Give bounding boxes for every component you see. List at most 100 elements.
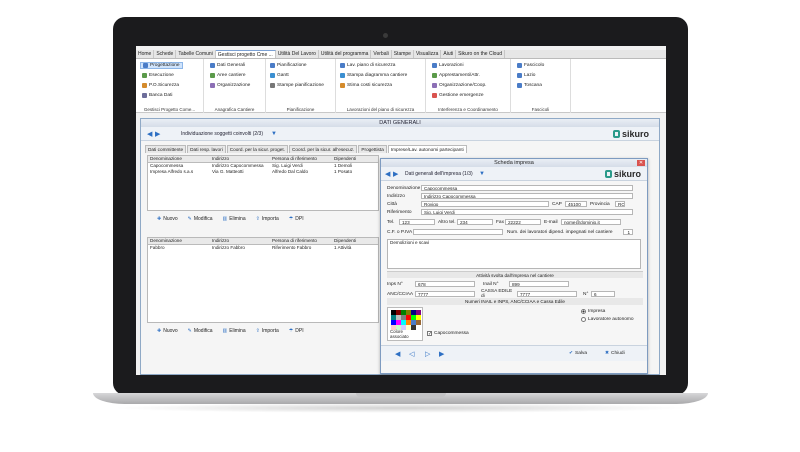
table-row[interactable]: Impresa Alfredo s.a.s Via G. Matteotti A… <box>148 169 378 175</box>
importa-button[interactable]: ⇪ Importa <box>256 328 279 334</box>
first-icon[interactable]: ◀ <box>395 350 400 358</box>
ribbon-dati-generali[interactable]: Dati Generali <box>210 63 245 68</box>
tab-utilita-programma[interactable]: Utilità del programma <box>319 50 372 58</box>
ribbon-banca-dati[interactable]: Banca Dati <box>142 93 172 98</box>
modifica-button[interactable]: ✎ Modifica <box>188 216 213 222</box>
dpi-button[interactable]: ☂ DPI <box>289 328 304 334</box>
tab-verbali[interactable]: Verbali <box>371 50 392 58</box>
dpi-button[interactable]: ☂ DPI <box>289 216 304 222</box>
tab-stampe[interactable]: Stampe <box>392 50 414 58</box>
next-icon[interactable]: ▷ <box>425 350 430 358</box>
edit-icon: ✎ <box>187 216 192 222</box>
ribbon-group-progetto: Progettazione Esecuzione P.O.Sicurezza B… <box>136 59 204 113</box>
chevron-down-icon[interactable]: ▼ <box>479 171 485 177</box>
subtab-coord-esecuz[interactable]: Coord. per la sicur. all'esecuz. <box>289 145 358 153</box>
table-row[interactable]: Fabbro Indirizzo Fabbro Riferimento Fabb… <box>148 245 378 251</box>
nuovo-button[interactable]: ✚ Nuovo <box>157 328 178 334</box>
ribbon-stampa-diagramma[interactable]: Stampa diagramma cantiere <box>340 73 407 78</box>
ribbon-toscana[interactable]: Toscana <box>517 83 542 88</box>
prev-icon[interactable]: ◀ <box>147 130 152 138</box>
laptop-notch <box>356 393 446 397</box>
close-icon[interactable]: ✕ <box>637 160 645 166</box>
tab-home[interactable]: Home <box>136 50 155 58</box>
subtab-progettista[interactable]: Progettista <box>358 145 387 153</box>
subtab-committente[interactable]: Dati committente <box>145 145 187 153</box>
logo-mark-icon <box>612 130 620 138</box>
inail-input[interactable]: 899 <box>509 281 569 287</box>
color-picker[interactable]: Colore associato <box>387 307 423 341</box>
num-lavoratori-input[interactable]: 1 <box>623 229 633 235</box>
ribbon-fascicolo[interactable]: Fascicolo <box>517 63 544 68</box>
ribbon-progettazione[interactable]: Progettazione <box>140 62 183 69</box>
lavoratori-grid[interactable]: Denominazione Indirizzo Persona di rifer… <box>147 237 379 323</box>
importa-button[interactable]: ⇪ Importa <box>256 216 279 222</box>
nav-bar: ◀ ▶ Individuazione soggetti coinvolti (2… <box>141 127 659 141</box>
tab-utilita-lavoro[interactable]: Utilità Del Lavoro <box>276 50 319 58</box>
tab-aiuti[interactable]: Aiuti <box>441 50 457 58</box>
prev-icon[interactable]: ◁ <box>409 350 414 358</box>
denominazione-input[interactable]: Capocommessa <box>421 185 633 191</box>
email-input[interactable]: nome@dominio.it <box>561 219 621 225</box>
cf-input[interactable] <box>413 229 503 235</box>
ribbon-stampe-pianificazione[interactable]: Stampe pianificazione <box>270 83 324 88</box>
ribbon-gestione-emergenze[interactable]: Gestione emergenze <box>432 93 484 98</box>
ribbon-aree-cantiere[interactable]: Aree cantiere <box>210 73 246 78</box>
next-icon[interactable]: ▶ <box>155 130 160 138</box>
salva-button[interactable]: ✔ Salva <box>569 351 587 356</box>
ribbon-apprestamenti[interactable]: Apprestamenti/Attr. <box>432 73 480 78</box>
inps-input[interactable]: 678 <box>415 281 475 287</box>
elimina-button[interactable]: ▥ Elimina <box>222 328 245 334</box>
scheda-impresa-dialog: Scheda impresa ✕ ◀ ▶ Dati generali dell'… <box>380 158 648 374</box>
tab-tabelle-comuni[interactable]: Tabelle Comuni <box>176 50 216 58</box>
nuovo-button[interactable]: ✚ Nuovo <box>157 216 178 222</box>
ribbon-organizzazione[interactable]: Organizzazione <box>210 83 250 88</box>
altro-tel-input[interactable]: 234 <box>457 219 493 225</box>
subtab-imprese[interactable]: Imprese/Lav. autonomi partecipanti <box>387 145 467 153</box>
ribbon-stima-costi[interactable]: Stima costi sicurezza <box>340 83 392 88</box>
anc-input[interactable]: 7777 <box>415 291 475 297</box>
indirizzo-input[interactable]: Indirizzo Capocommessa <box>421 193 633 199</box>
capocommessa-checkbox[interactable]: ✓ Capocommessa <box>427 331 469 337</box>
chevron-down-icon[interactable]: ▼ <box>271 131 277 137</box>
last-icon[interactable]: ▶ <box>439 350 444 358</box>
riferimento-input[interactable]: Sig. Luigi Verdi <box>421 209 633 215</box>
fax-input[interactable]: 22222 <box>505 219 541 225</box>
ribbon-gantt[interactable]: Gantt <box>270 73 289 78</box>
cap-input[interactable]: 45100 <box>565 201 587 207</box>
tel-input[interactable]: 123 <box>399 219 435 225</box>
ribbon-group-label: Gestisci Progetto Come... <box>143 107 196 112</box>
descrizione-textarea[interactable]: Demolizioni e scavi <box>387 239 641 269</box>
ribbon-lav-piano[interactable]: Lav. piano di sicurezza <box>340 63 395 68</box>
provincia-input[interactable]: RO <box>615 201 625 207</box>
app-screen: Home Schede Tabelle Comuni Gestisci prog… <box>136 46 666 375</box>
subtab-coord-proget[interactable]: Coord. per la sicur. proget. <box>226 145 288 153</box>
tab-sikuro-cloud[interactable]: Sikuro on the Cloud <box>456 50 506 58</box>
ribbon-organizzazione-coop[interactable]: Organizzazione/Coop. <box>432 83 486 88</box>
modifica-button[interactable]: ✎ Modifica <box>188 328 213 334</box>
prev-icon[interactable]: ◀ <box>385 170 390 178</box>
ribbon-esecuzione[interactable]: Esecuzione <box>142 73 174 78</box>
elimina-button[interactable]: ▥ Elimina <box>222 216 245 222</box>
ribbon-group-label: Interferenza e Coordinamento <box>438 107 498 112</box>
radio-impresa[interactable]: Impresa <box>581 309 605 314</box>
next-icon[interactable]: ▶ <box>393 170 398 178</box>
tab-gestisci-progetto[interactable]: Gestisci progetto Cme ... <box>215 50 276 58</box>
chiudi-button[interactable]: ✖ Chiudi <box>605 351 625 356</box>
ribbon-po-sicurezza[interactable]: P.O.Sicurezza <box>142 83 179 88</box>
subtab-resp-lavori[interactable]: Dati resp. lavori <box>187 145 226 153</box>
diagram-icon <box>340 73 345 78</box>
ribbon-lavorazioni[interactable]: Lavorazioni <box>432 63 464 68</box>
ribbon-lazio[interactable]: Lazio <box>517 73 535 78</box>
imprese-grid[interactable]: Denominazione Indirizzo Persona di rifer… <box>147 155 379 211</box>
cassa-edile-input[interactable]: 7777 <box>517 291 577 297</box>
citta-input[interactable]: Rovigo <box>421 201 549 207</box>
colore-label: Colore associato <box>390 329 409 339</box>
tab-schede[interactable]: Schede <box>154 50 177 58</box>
tools-icon <box>432 73 437 78</box>
radio-lavoratore-autonomo[interactable]: Lavoratore autonomo <box>581 317 634 322</box>
n-input[interactable]: 6 <box>591 291 615 297</box>
work-icon <box>432 63 437 68</box>
color-palette[interactable] <box>391 310 421 330</box>
tab-visualizza[interactable]: Visualizza <box>414 50 442 58</box>
ribbon-pianificazione[interactable]: Pianificazione <box>270 63 307 68</box>
